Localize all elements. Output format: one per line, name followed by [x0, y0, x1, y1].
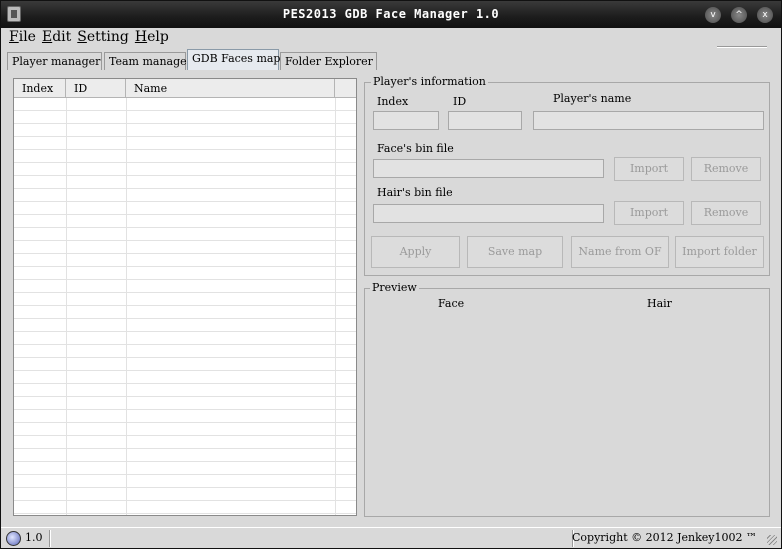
- import-folder-button[interactable]: Import folder: [675, 236, 764, 268]
- index-field[interactable]: [373, 111, 439, 130]
- table-row[interactable]: [14, 475, 356, 488]
- column-header-id[interactable]: ID: [66, 79, 126, 98]
- tab-folder-explorer[interactable]: Folder Explorer: [280, 52, 377, 70]
- menu-bar: File Edit Setting Help: [1, 28, 781, 48]
- table-row[interactable]: [14, 280, 356, 293]
- player-info-title: Player's information: [371, 75, 488, 88]
- table-row[interactable]: [14, 228, 356, 241]
- id-label: ID: [453, 95, 467, 108]
- table-row[interactable]: [14, 397, 356, 410]
- table-row[interactable]: [14, 137, 356, 150]
- tab-team-manager[interactable]: Team manager: [104, 52, 192, 70]
- table-row[interactable]: [14, 189, 356, 202]
- table-row[interactable]: [14, 163, 356, 176]
- table-row[interactable]: [14, 306, 356, 319]
- minimize-button[interactable]: v: [705, 7, 721, 23]
- column-header-name[interactable]: Name: [126, 79, 335, 98]
- table-row[interactable]: [14, 345, 356, 358]
- table-row[interactable]: [14, 150, 356, 163]
- status-version: 1.0: [25, 531, 43, 544]
- player-name-field[interactable]: [533, 111, 764, 130]
- table-row[interactable]: [14, 241, 356, 254]
- status-bar: 1.0 Copyright © 2012 Jenkey1002 ™: [1, 527, 781, 548]
- hair-bin-label: Hair's bin file: [377, 186, 453, 199]
- table-row[interactable]: [14, 410, 356, 423]
- menu-file[interactable]: File: [9, 29, 36, 45]
- face-remove-button[interactable]: Remove: [691, 157, 761, 181]
- preview-group: Preview Face Hair: [364, 281, 770, 517]
- table-row[interactable]: [14, 267, 356, 280]
- table-row[interactable]: [14, 449, 356, 462]
- table-row[interactable]: [14, 98, 356, 111]
- table-row[interactable]: [14, 423, 356, 436]
- apply-button[interactable]: Apply: [371, 236, 460, 268]
- index-label: Index: [377, 95, 409, 108]
- table-row[interactable]: [14, 176, 356, 189]
- hair-remove-button[interactable]: Remove: [691, 201, 761, 225]
- table-row[interactable]: [14, 436, 356, 449]
- column-header-index[interactable]: Index: [14, 79, 66, 98]
- tab-gdb-faces-map[interactable]: GDB Faces map: [187, 49, 280, 70]
- table-row[interactable]: [14, 488, 356, 501]
- table-row[interactable]: [14, 358, 356, 371]
- status-copyright: Copyright © 2012 Jenkey1002 ™: [572, 531, 757, 544]
- menu-divider: [717, 46, 767, 48]
- table-row[interactable]: [14, 254, 356, 267]
- preview-face-label: Face: [438, 297, 465, 310]
- table-row[interactable]: [14, 501, 356, 514]
- table-row[interactable]: [14, 332, 356, 345]
- table-row[interactable]: [14, 124, 356, 137]
- title-bar[interactable]: PES2013 GDB Face Manager 1.0 v ^ x: [1, 1, 781, 28]
- maximize-button[interactable]: ^: [731, 7, 747, 23]
- player-name-label: Player's name: [553, 92, 632, 105]
- face-import-button[interactable]: Import: [614, 157, 684, 181]
- id-field[interactable]: [448, 111, 522, 130]
- menu-help[interactable]: Help: [135, 29, 169, 45]
- resize-grip-icon[interactable]: [767, 535, 777, 545]
- name-from-of-button[interactable]: Name from OF: [571, 236, 669, 268]
- face-bin-field[interactable]: [373, 159, 604, 178]
- tab-player-manager[interactable]: Player manager: [7, 52, 102, 70]
- face-bin-label: Face's bin file: [377, 142, 454, 155]
- table-header: Index ID Name: [14, 79, 356, 98]
- table-row[interactable]: [14, 319, 356, 332]
- table-row[interactable]: [14, 293, 356, 306]
- main-window: PES2013 GDB Face Manager 1.0 v ^ x File E…: [0, 0, 782, 549]
- menu-edit[interactable]: Edit: [42, 29, 71, 45]
- hair-import-button[interactable]: Import: [614, 201, 684, 225]
- player-info-group: Player's information Index ID Player's n…: [364, 75, 770, 276]
- table-row[interactable]: [14, 462, 356, 475]
- preview-title: Preview: [370, 281, 419, 294]
- preview-hair-label: Hair: [647, 297, 672, 310]
- hair-bin-field[interactable]: [373, 204, 604, 223]
- window-title: PES2013 GDB Face Manager 1.0: [282, 7, 500, 21]
- menu-setting[interactable]: Setting: [77, 29, 129, 45]
- close-button[interactable]: x: [757, 7, 773, 23]
- table-row[interactable]: [14, 111, 356, 124]
- save-map-button[interactable]: Save map: [467, 236, 563, 268]
- table-row[interactable]: [14, 215, 356, 228]
- table-row[interactable]: [14, 202, 356, 215]
- table-body[interactable]: [14, 98, 356, 515]
- table-row[interactable]: [14, 384, 356, 397]
- status-globe-icon: [6, 531, 21, 546]
- table-row[interactable]: [14, 371, 356, 384]
- status-separator: [49, 530, 51, 547]
- faces-table[interactable]: Index ID Name: [13, 78, 357, 516]
